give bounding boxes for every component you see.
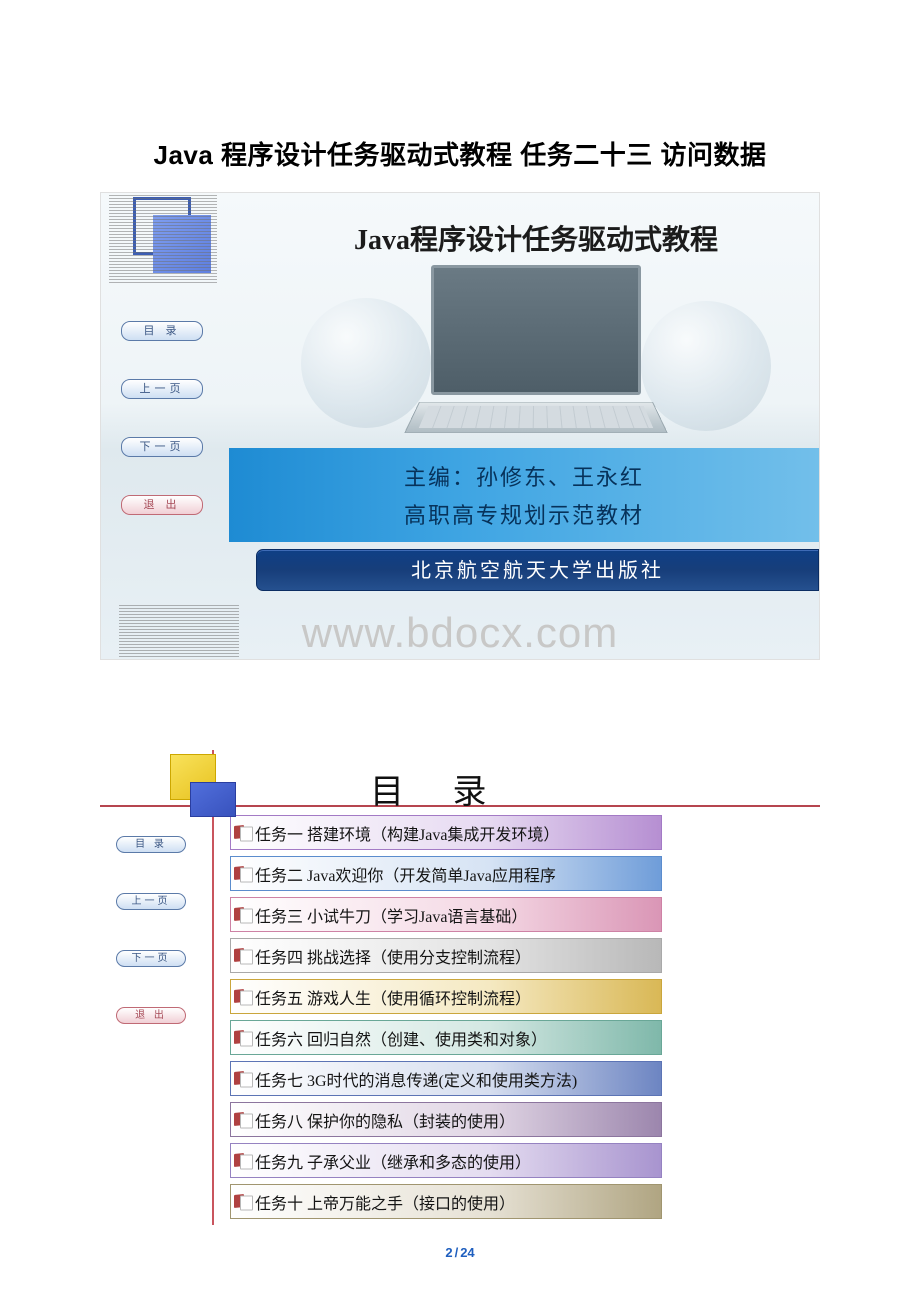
toc-button[interactable]: 目 录	[121, 321, 203, 341]
book-icon	[234, 907, 251, 922]
hatch-decoration	[109, 193, 217, 283]
toc-item[interactable]: 任务五 游戏人生（使用循环控制流程）	[230, 979, 662, 1014]
toc-item[interactable]: 任务九 子承父业（继承和多态的使用）	[230, 1143, 662, 1178]
toc-item[interactable]: 任务四 挑战选择（使用分支控制流程）	[230, 938, 662, 973]
total-pages: 24	[460, 1245, 474, 1260]
toc-item-label: 任务九 子承父业（继承和多态的使用）	[255, 1149, 531, 1173]
toc-item-label: 任务二 Java欢迎你（开发简单Java应用程序	[255, 862, 556, 886]
toc-item[interactable]: 任务八 保护你的隐私（封装的使用）	[230, 1102, 662, 1137]
toc-item-label: 任务三 小试牛刀（学习Java语言基础）	[255, 903, 527, 927]
book-icon	[234, 1030, 251, 1045]
book-icon	[234, 989, 251, 1004]
book-icon	[234, 948, 251, 963]
book-icon	[234, 1153, 251, 1168]
toc-item[interactable]: 任务六 回归自然（创建、使用类和对象）	[230, 1020, 662, 1055]
hatch-decoration	[119, 603, 239, 657]
next-page-button[interactable]: 下一页	[116, 950, 186, 967]
toc-slide: 目 录 目 录 上一页 下一页 退 出 任务一 搭建环境（构建Java集成开发环…	[100, 750, 820, 1225]
current-page: 2	[445, 1245, 452, 1260]
prev-page-button[interactable]: 上一页	[116, 893, 186, 910]
toc-item-label: 任务一 搭建环境（构建Java集成开发环境）	[255, 821, 559, 845]
toc-item[interactable]: 任务三 小试牛刀（学习Java语言基础）	[230, 897, 662, 932]
toc-item-label: 任务四 挑战选择（使用分支控制流程）	[255, 944, 531, 968]
book-icon	[234, 1112, 251, 1127]
next-page-button[interactable]: 下一页	[121, 437, 203, 457]
cover-sidebar: 目 录 上一页 下一页 退 出	[109, 193, 229, 659]
toc-item[interactable]: 任务一 搭建环境（构建Java集成开发环境）	[230, 815, 662, 850]
cover-slide: 目 录 上一页 下一页 退 出 Java程序设计任务驱动式教程 主编：孙修东、王…	[100, 192, 820, 660]
editor-strip: 主编：孙修东、王永红 高职高专规划示范教材	[229, 448, 819, 542]
toc-item[interactable]: 任务十 上帝万能之手（接口的使用）	[230, 1184, 662, 1219]
globe-icon	[301, 298, 431, 428]
publisher-bar: 北京航空航天大学出版社	[256, 549, 819, 591]
editor-line: 主编：孙修东、王永红	[404, 460, 644, 492]
toc-item-label: 任务五 游戏人生（使用循环控制流程）	[255, 985, 531, 1009]
book-icon	[234, 1194, 251, 1209]
toc-button[interactable]: 目 录	[116, 836, 186, 853]
toc-item-label: 任务十 上帝万能之手（接口的使用）	[255, 1190, 515, 1214]
toc-sidebar: 目 录 上一页 下一页 退 出	[100, 836, 210, 1024]
book-icon	[234, 1071, 251, 1086]
toc-item[interactable]: 任务二 Java欢迎你（开发简单Java应用程序	[230, 856, 662, 891]
cover-arc-title: Java程序设计任务驱动式教程	[271, 218, 801, 258]
toc-item-label: 任务六 回归自然（创建、使用类和对象）	[255, 1026, 547, 1050]
cover-illustration	[271, 253, 801, 453]
series-line: 高职高专规划示范教材	[404, 498, 644, 530]
toc-item-label: 任务七 3G时代的消息传递(定义和使用类方法)	[255, 1067, 577, 1091]
monitor-icon	[431, 265, 641, 450]
toc-list: 任务一 搭建环境（构建Java集成开发环境） 任务二 Java欢迎你（开发简单J…	[230, 815, 662, 1219]
watermark-text: www.bdocx.com	[302, 609, 618, 657]
decorative-squares	[168, 754, 248, 834]
prev-page-button[interactable]: 上一页	[121, 379, 203, 399]
book-icon	[234, 866, 251, 881]
toc-item[interactable]: 任务七 3G时代的消息传递(定义和使用类方法)	[230, 1061, 662, 1096]
toc-heading: 目 录	[370, 764, 507, 813]
toc-item-label: 任务八 保护你的隐私（封装的使用）	[255, 1108, 515, 1132]
exit-button[interactable]: 退 出	[121, 495, 203, 515]
page-indicator: 2/24	[0, 1225, 920, 1300]
exit-button[interactable]: 退 出	[116, 1007, 186, 1024]
document-title: Java 程序设计任务驱动式教程 任务二十三 访问数据	[0, 0, 920, 192]
globe-icon	[641, 301, 771, 431]
